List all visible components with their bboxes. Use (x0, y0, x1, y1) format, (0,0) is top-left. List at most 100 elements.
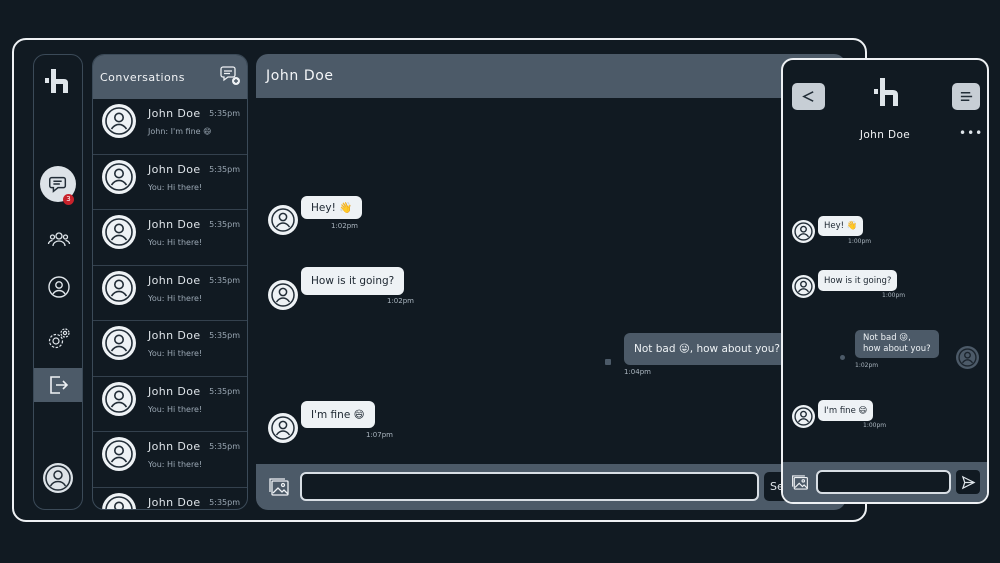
last-message-preview: John: I'm fine 😄 (148, 127, 212, 136)
last-message-preview: You: Hi there! (148, 238, 203, 247)
contact-avatar (102, 215, 136, 249)
user-circle-icon (48, 276, 70, 298)
sender-avatar (268, 413, 298, 443)
sender-avatar (792, 405, 815, 428)
read-indicator (840, 355, 845, 360)
message-time: 1:00pm (848, 238, 872, 245)
last-message-time: 5:35pm (209, 109, 240, 118)
sender-avatar (268, 280, 298, 310)
nav-rail: 3 (33, 54, 83, 510)
profile-nav-button[interactable] (38, 269, 80, 305)
contact-avatar (102, 437, 136, 471)
contact-avatar (102, 326, 136, 360)
conversations-panel: Conversations John Doe 5:35pm John: I'm fi… (92, 54, 248, 510)
mobile-preview: John Doe ••• Hey! 👋 1:00pm How is it goi… (781, 58, 989, 504)
conversation-item[interactable]: John Doe 5:35pm You: Hi there! (93, 321, 247, 377)
contact-name: John Doe (148, 273, 201, 287)
message-bubble-incoming: Hey! 👋 (818, 216, 864, 236)
groups-nav-button[interactable] (38, 221, 80, 257)
last-message-time: 5:35pm (209, 220, 240, 229)
message-time: 1:04pm (624, 368, 651, 376)
app-logo (867, 74, 907, 114)
logout-icon (50, 376, 69, 394)
message-bubble-incoming: How is it going? (818, 270, 898, 291)
last-message-time: 5:35pm (209, 164, 240, 174)
own-avatar (956, 346, 979, 369)
contact-name: John Doe (148, 384, 201, 398)
contact-avatar (102, 270, 136, 305)
mobile-send-button[interactable] (956, 470, 980, 494)
conversations-title: Conversations (100, 70, 185, 84)
conversations-header: Conversations (93, 55, 247, 99)
message-line: how about you? (863, 344, 931, 354)
message-bubble-incoming: I'm fine 😄 (818, 400, 874, 421)
contact-avatar (102, 104, 136, 138)
conversation-item[interactable]: John Doe 5:35pm John: I'm fine 😄 (93, 99, 247, 155)
gear-icon (48, 328, 70, 349)
sender-avatar (792, 275, 815, 298)
chat-header: John Doe (256, 54, 846, 98)
last-message-preview: You: Hi there! (148, 293, 203, 303)
current-user-avatar[interactable] (43, 463, 73, 493)
sender-avatar (792, 220, 815, 243)
message-bubble-incoming: I'm fine 😄 (301, 401, 375, 428)
message-bubble-incoming: Hey! 👋 (301, 196, 363, 219)
new-chat-icon (220, 66, 240, 85)
chat-bubble-icon (49, 176, 67, 193)
back-arrow-icon (802, 91, 814, 102)
attach-image-button[interactable] (791, 474, 809, 491)
unread-badge: 3 (63, 194, 74, 205)
send-icon (961, 475, 975, 489)
image-icon (792, 475, 808, 490)
contact-name: John Doe (148, 107, 201, 120)
message-time: 1:00pm (863, 422, 887, 429)
contact-name: John Doe (148, 218, 201, 231)
sender-avatar (268, 205, 298, 235)
logout-nav-button[interactable] (34, 368, 82, 402)
new-chat-button[interactable] (219, 64, 241, 90)
app-logo (38, 63, 78, 103)
contact-avatar (102, 381, 136, 416)
image-icon (269, 478, 289, 496)
message-line: Not bad 😜, (863, 333, 911, 343)
last-message-preview: You: Hi there! (148, 460, 203, 469)
more-options-button[interactable]: ••• (959, 126, 983, 140)
conversation-item[interactable]: John Doe 5:35pm You: Hi there! (93, 155, 247, 210)
conversation-item[interactable]: John Doe 5:35pm You: Hi there! (93, 266, 247, 321)
chat-title: John Doe (266, 68, 334, 84)
chat-panel: John Doe Hey! 👋 1:02pm How is it going? … (256, 54, 846, 510)
conversation-item[interactable]: John Doe 5:35pm You: Hi there! (93, 432, 247, 488)
conversation-item[interactable]: John Doe 5:35pm You: Hi there! (93, 210, 247, 266)
contact-name: John Doe (148, 329, 201, 342)
back-button[interactable] (792, 83, 825, 110)
contact-avatar (102, 492, 136, 509)
last-message-time: 5:35pm (209, 386, 240, 396)
read-indicator (605, 359, 611, 365)
mobile-contact-name: John Doe (859, 129, 911, 141)
last-message-time: 5:35pm (209, 497, 240, 507)
conversation-item[interactable]: John Doe 5:35pm You: Hi there! (93, 377, 247, 432)
contact-avatar (102, 159, 136, 194)
mobile-message-input[interactable] (816, 470, 951, 494)
attach-image-button[interactable] (268, 477, 290, 497)
mobile-composer-bar (783, 462, 987, 502)
contact-name: John Doe (148, 495, 201, 509)
message-time: 1:02pm (387, 297, 414, 305)
message-time: 1:02pm (855, 362, 879, 369)
settings-nav-button[interactable] (38, 321, 80, 357)
contact-name: John Doe (148, 162, 201, 176)
message-bubble-incoming: How is it going? (301, 267, 405, 295)
message-time: 1:07pm (366, 431, 393, 439)
message-time: 1:00pm (882, 292, 906, 299)
message-input[interactable] (300, 472, 759, 501)
menu-button[interactable] (952, 83, 980, 110)
message-bubble-outgoing: Not bad 😜, how about you? (855, 330, 939, 358)
last-message-time: 5:35pm (209, 275, 240, 285)
conversation-item[interactable]: John Doe 5:35pm (93, 488, 247, 509)
conversation-list: John Doe 5:35pm John: I'm fine 😄 John Doe 5:… (93, 99, 247, 509)
composer-bar: Send (256, 464, 846, 510)
last-message-preview: You: Hi there! (148, 349, 203, 358)
message-time: 1:02pm (331, 222, 358, 230)
last-message-preview: You: Hi there! (148, 404, 203, 414)
last-message-preview: You: Hi there! (148, 182, 203, 192)
